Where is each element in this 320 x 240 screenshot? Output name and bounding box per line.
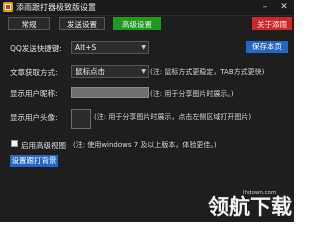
close-icon[interactable]: ✕: [277, 1, 291, 13]
avatar-note: (注: 用于分享图片时展示，点击左侧区域打开图片): [94, 113, 252, 121]
advanced-view-label: 启用高级视图: [21, 141, 66, 150]
fetch-mode-label: 文章获取方式:: [10, 68, 58, 77]
advanced-view-note: (注: 使用windows 7 及以上版本，体验更佳。): [73, 141, 217, 149]
tab-about[interactable]: 关于添雨: [252, 17, 292, 30]
nickname-note: (注: 用于分享图片时展示。): [150, 90, 234, 98]
window-title: 添雨跟打器极致版设置: [16, 3, 96, 12]
nickname-input[interactable]: [71, 87, 149, 98]
settings-window: 添雨跟打器极致版设置 – ✕ 常规 发送设置 高级设置 关于添雨 QQ发送快捷键…: [0, 0, 294, 222]
hotkey-select[interactable]: Alt+S ▼: [71, 41, 149, 54]
title-bar: 添雨跟打器极致版设置 – ✕: [0, 0, 294, 16]
fetch-mode-select[interactable]: 鼠标点击 ▼: [71, 65, 149, 78]
tab-advanced-settings[interactable]: 高级设置: [113, 17, 161, 30]
advanced-view-checkbox[interactable]: [11, 140, 18, 147]
fetch-mode-note: (注: 鼠标方式更稳定，TAB方式更快): [150, 68, 265, 76]
hotkey-label: QQ发送快捷键:: [10, 44, 62, 53]
avatar-label: 显示用户头像:: [10, 113, 58, 122]
fetch-mode-value: 鼠标点击: [75, 67, 105, 76]
nickname-label: 显示用户昵称:: [10, 89, 58, 98]
tab-send-settings[interactable]: 发送设置: [59, 17, 105, 30]
chevron-down-icon: ▼: [141, 68, 146, 75]
save-page-button[interactable]: 保存本页: [246, 41, 288, 53]
app-icon: [3, 2, 13, 12]
set-background-button[interactable]: 设置跟打背景: [10, 155, 58, 167]
chevron-down-icon: ▼: [141, 44, 146, 51]
tab-general[interactable]: 常规: [8, 17, 50, 30]
watermark-text: 领航下载: [208, 195, 292, 219]
minimize-icon[interactable]: –: [258, 1, 272, 13]
avatar-picker[interactable]: [71, 109, 91, 129]
hotkey-value: Alt+S: [75, 43, 97, 52]
